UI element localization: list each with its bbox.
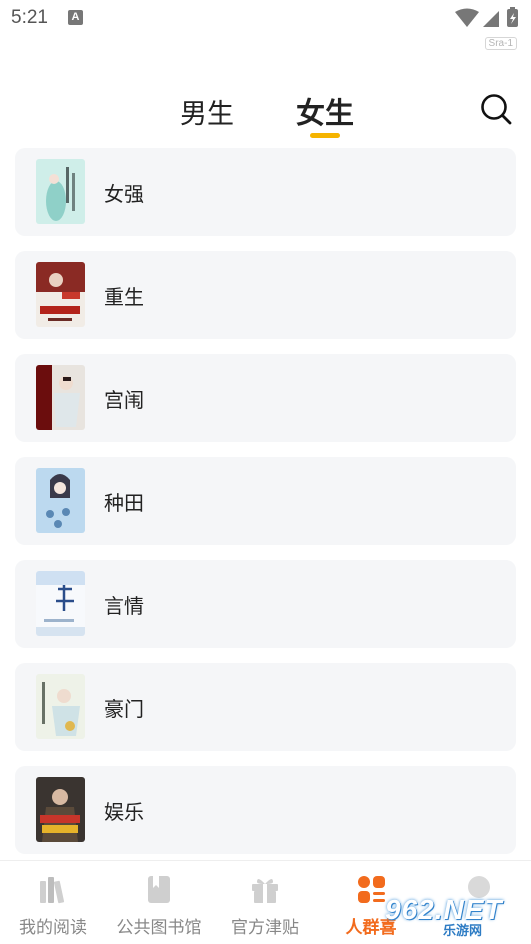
- status-time: 5:21: [11, 7, 48, 28]
- status-bar: 5:21 A Sra-1: [0, 0, 531, 50]
- bookshelf-icon: [40, 877, 65, 904]
- category-label: 宫闱: [104, 388, 144, 412]
- book-icon: [148, 876, 170, 903]
- nav-official-allowance[interactable]: 官方津贴: [212, 861, 318, 944]
- watermark-logo: 962.NET 乐游网: [377, 892, 527, 939]
- category-item-zhongtian[interactable]: 种田: [15, 457, 516, 545]
- carrier-badge: Sra-1: [484, 37, 517, 50]
- category-item-yule[interactable]: 娱乐: [15, 766, 516, 854]
- category-label: 娱乐: [104, 800, 144, 824]
- category-label: 重生: [104, 285, 144, 309]
- category-item-haomen[interactable]: 豪门: [15, 663, 516, 751]
- book-cover-icon: [36, 365, 85, 430]
- watermark-sub: 乐游网: [443, 924, 483, 939]
- category-label: 女强: [104, 182, 144, 206]
- book-cover-icon: [36, 571, 85, 636]
- book-cover-icon: [36, 262, 85, 327]
- nav-label: 我的阅读: [19, 918, 87, 938]
- category-label: 言情: [104, 594, 144, 618]
- book-cover-icon: [36, 159, 85, 224]
- gender-tabs: 男生 女生: [0, 88, 531, 140]
- book-cover-icon: [36, 468, 85, 533]
- tab-female[interactable]: 女生: [296, 90, 354, 132]
- search-icon[interactable]: [479, 92, 513, 126]
- gift-icon: [252, 878, 278, 903]
- tab-male[interactable]: 男生: [180, 92, 234, 131]
- category-list: 女强 重生 宫闱 种田 言情 豪门 娱乐: [15, 148, 516, 869]
- book-cover-icon: [36, 674, 85, 739]
- notification-icon: A: [68, 10, 83, 25]
- category-item-yanqing[interactable]: 言情: [15, 560, 516, 648]
- nav-my-reading[interactable]: 我的阅读: [0, 861, 106, 944]
- category-item-chongsheng[interactable]: 重生: [15, 251, 516, 339]
- active-tab-indicator: [310, 133, 340, 138]
- category-item-nvqiang[interactable]: 女强: [15, 148, 516, 236]
- category-item-gongwei[interactable]: 宫闱: [15, 354, 516, 442]
- category-label: 种田: [104, 491, 144, 515]
- nav-public-library[interactable]: 公共图书馆: [106, 861, 212, 944]
- signal-battery-icon: [455, 7, 518, 27]
- nav-label: 官方津贴: [231, 918, 299, 938]
- nav-label: 公共图书馆: [116, 918, 202, 938]
- category-label: 豪门: [104, 697, 144, 721]
- book-cover-icon: [36, 777, 85, 842]
